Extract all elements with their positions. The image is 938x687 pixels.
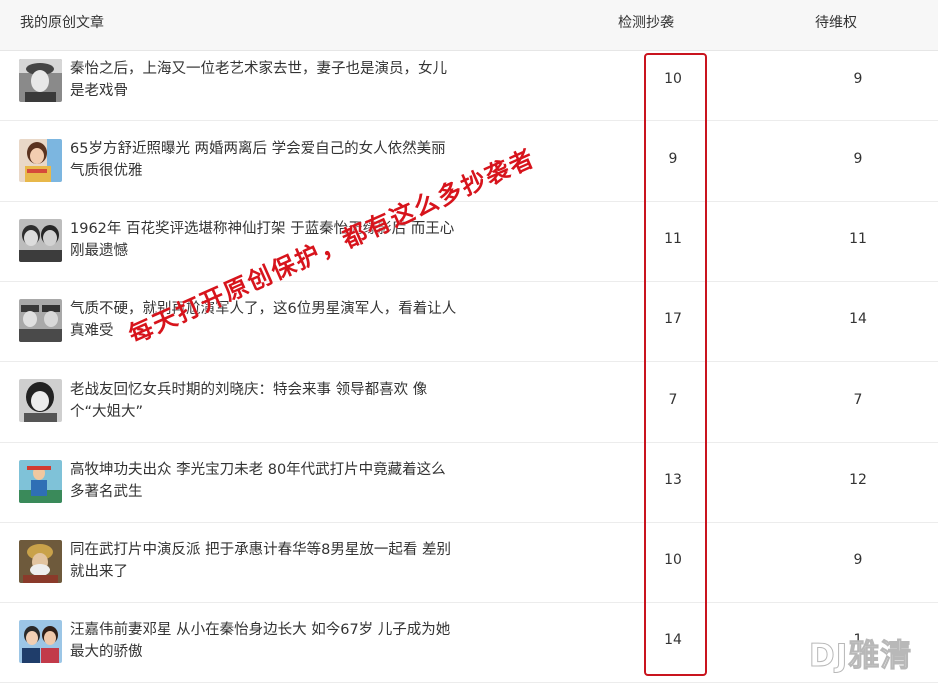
detect-count[interactable]: 17 bbox=[653, 311, 693, 327]
detect-count[interactable]: 10 bbox=[653, 71, 693, 87]
article-thumbnail bbox=[19, 59, 62, 102]
table-row[interactable]: 秦怡之后，上海又一位老艺术家去世，妻子也是演员，女儿是老戏骨 10 9 bbox=[0, 40, 938, 121]
portrait-photo-icon bbox=[19, 219, 62, 262]
detect-count[interactable]: 10 bbox=[653, 552, 693, 568]
portrait-photo-icon bbox=[19, 299, 62, 342]
article-thumbnail bbox=[19, 620, 62, 663]
table-row[interactable]: 高牧坤功夫出众 李光宝刀未老 80年代武打片中竟藏着这么多著名武生 13 12 bbox=[0, 442, 938, 523]
detect-count[interactable]: 13 bbox=[653, 472, 693, 488]
table-row[interactable]: 同在武打片中演反派 把于承惠计春华等8男星放一起看 差别就出来了 10 9 bbox=[0, 522, 938, 603]
pending-count[interactable]: 9 bbox=[838, 552, 878, 568]
watermark-text: DJ雅清 bbox=[808, 638, 913, 675]
detect-count[interactable]: 7 bbox=[653, 392, 693, 408]
portrait-photo-icon bbox=[19, 540, 62, 583]
detect-count[interactable]: 9 bbox=[653, 151, 693, 167]
table-row[interactable]: 老战友回忆女兵时期的刘晓庆：特会来事 领导都喜欢 像个“大姐大” 7 7 bbox=[0, 362, 938, 443]
column-header-title: 我的原创文章 bbox=[20, 15, 104, 31]
article-thumbnail bbox=[19, 540, 62, 583]
portrait-photo-icon bbox=[19, 59, 62, 102]
portrait-photo-icon bbox=[19, 460, 62, 503]
article-title-link[interactable]: 秦怡之后，上海又一位老艺术家去世，妻子也是演员，女儿是老戏骨 bbox=[70, 58, 460, 102]
article-title-link[interactable]: 高牧坤功夫出众 李光宝刀未老 80年代武打片中竟藏着这么多著名武生 bbox=[70, 459, 460, 503]
table-row[interactable]: 1962年 百花奖评选堪称神仙打架 于蓝秦怡无缘影后 而王心刚最遗憾 11 11 bbox=[0, 201, 938, 282]
pending-count[interactable]: 14 bbox=[838, 311, 878, 327]
portrait-photo-icon bbox=[19, 139, 62, 182]
article-thumbnail bbox=[19, 379, 62, 422]
pending-count[interactable]: 12 bbox=[838, 472, 878, 488]
column-header-pending: 待维权 bbox=[815, 15, 857, 31]
pending-count[interactable]: 9 bbox=[838, 151, 878, 167]
article-title-link[interactable]: 老战友回忆女兵时期的刘晓庆：特会来事 领导都喜欢 像个“大姐大” bbox=[70, 379, 460, 423]
article-title-link[interactable]: 同在武打片中演反派 把于承惠计春华等8男星放一起看 差别就出来了 bbox=[70, 539, 460, 583]
pending-count[interactable]: 9 bbox=[838, 71, 878, 87]
table-row[interactable]: 汪嘉伟前妻邓星 从小在秦怡身边长大 如今67岁 儿子成为她最大的骄傲 14 1 bbox=[0, 602, 938, 683]
article-thumbnail bbox=[19, 299, 62, 342]
article-title-link[interactable]: 汪嘉伟前妻邓星 从小在秦怡身边长大 如今67岁 儿子成为她最大的骄傲 bbox=[70, 619, 460, 663]
portrait-photo-icon bbox=[19, 620, 62, 663]
pending-count[interactable]: 11 bbox=[838, 231, 878, 247]
pending-count[interactable]: 7 bbox=[838, 392, 878, 408]
article-title-link[interactable]: 65岁方舒近照曝光 两婚两离后 学会爱自己的女人依然美丽 气质很优雅 bbox=[70, 138, 460, 182]
article-thumbnail bbox=[19, 460, 62, 503]
column-header-detect: 检测抄袭 bbox=[618, 15, 674, 31]
portrait-photo-icon bbox=[19, 379, 62, 422]
article-thumbnail bbox=[19, 139, 62, 182]
detect-count[interactable]: 14 bbox=[653, 632, 693, 648]
detect-count[interactable]: 11 bbox=[653, 231, 693, 247]
article-thumbnail bbox=[19, 219, 62, 262]
